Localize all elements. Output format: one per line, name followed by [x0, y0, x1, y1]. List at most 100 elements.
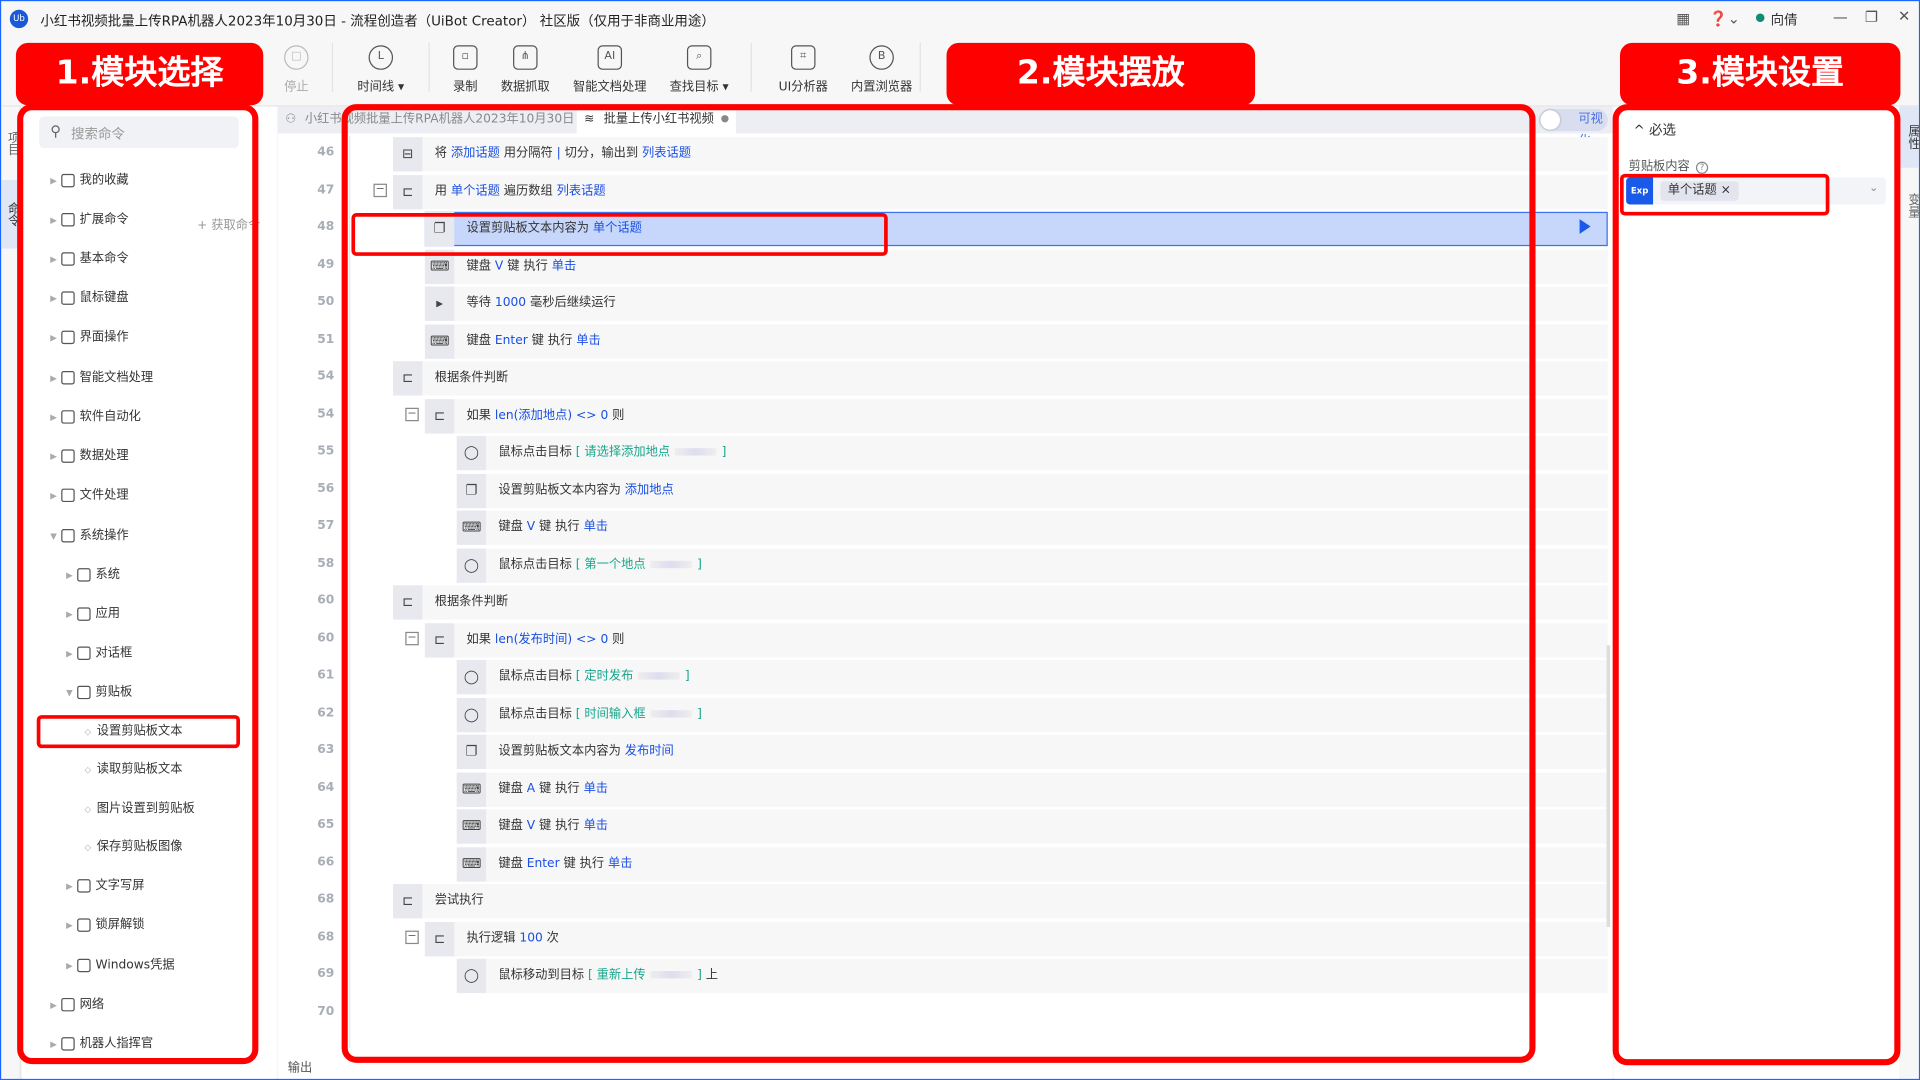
collapse-icon[interactable]: − — [405, 407, 419, 421]
tab-properties[interactable]: 属性 — [1899, 106, 1919, 168]
keyword: 单击 — [576, 333, 601, 348]
record-icon: ▫ — [453, 45, 478, 70]
sidebar-item[interactable]: ▶ 网络 — [22, 991, 277, 1020]
command-row-selected[interactable]: 48 ❐ 设置剪贴板文本内容为 单个话题 — [278, 211, 1613, 248]
sidebar-item[interactable]: ▶ 我的收藏 — [22, 167, 277, 196]
toolbar-button-4[interactable]: AI 智能文档处理 — [567, 45, 653, 94]
command-row[interactable]: 50 ▸ 等待 1000 毫秒后继续运行 — [278, 285, 1613, 322]
command-row[interactable]: 54 ⊏ − 如果 len(添加地点) <> 0 则 — [278, 397, 1613, 434]
caret-right-icon: ▶ — [66, 648, 73, 659]
line-number: 51 — [317, 332, 335, 346]
sidebar-item[interactable]: ◇ 图片设置到剪贴板 — [22, 795, 277, 824]
restore-icon[interactable]: ❐ — [1865, 9, 1878, 26]
expression-toggle-button[interactable]: Exp — [1626, 177, 1654, 205]
sidebar-item[interactable]: ▶ 基本命令 — [22, 245, 277, 274]
command-row[interactable]: 56 ❐ 设置剪贴板文本内容为 添加地点 — [278, 472, 1613, 509]
command-row[interactable]: 69 ◯ 鼠标移动到目标 [ 重新上传] 上 — [278, 958, 1613, 995]
command-row[interactable]: 62 ◯ 鼠标点击目标 [ 时间输入框] — [278, 696, 1613, 733]
sidebar-item[interactable]: ▶ 文字写屏 — [22, 872, 277, 901]
command-row[interactable]: 57 ⌨ 键盘 V 键 执行 单击 — [278, 509, 1613, 546]
chip-remove-icon[interactable]: × — [1721, 184, 1731, 197]
command-row[interactable]: 54 ⊏ 根据条件判断 — [278, 360, 1613, 397]
command-row[interactable]: 51 ⌨ 键盘 Enter 键 执行 单击 — [278, 323, 1613, 360]
command-row[interactable]: 68 ⊏ − 执行逻辑 100 次 — [278, 920, 1613, 957]
text-segment: 用 — [434, 184, 451, 198]
command-row[interactable]: 61 ◯ 鼠标点击目标 [ 定时发布] — [278, 659, 1613, 696]
title-bar: Ub 小红书视频批量上传RPA机器人2023年10月30日 - 流程创造者（Ui… — [1, 1, 1919, 38]
visual-toggle[interactable]: 可视化 — [1539, 108, 1608, 148]
output-panel-tab[interactable]: 输出 — [288, 1057, 312, 1075]
sidebar-item[interactable]: ▶ 智能文档处理 — [22, 364, 277, 393]
sidebar-item-label: 锁屏解锁 — [95, 918, 145, 932]
command-row[interactable]: 64 ⌨ 键盘 A 键 执行 单击 — [278, 771, 1613, 808]
chevron-down-icon[interactable]: ⌄ — [1869, 182, 1878, 194]
sidebar-item[interactable]: ◇ 读取剪贴板文本 — [22, 756, 277, 785]
toolbar-button-3[interactable]: ⋔ 数据抓取 — [482, 45, 568, 94]
command-row[interactable]: 65 ⌨ 键盘 V 键 执行 单击 — [278, 808, 1613, 845]
sidebar-item[interactable]: ▶ 系统 — [22, 561, 277, 590]
sidebar-item[interactable]: ▶ 对话框 — [22, 639, 277, 668]
loop-icon: ⊏ — [424, 921, 455, 956]
sidebar-item[interactable]: ▼ 系统操作 — [22, 522, 277, 551]
user-menu[interactable]: 向倩 — [1771, 10, 1798, 30]
sidebar-item[interactable]: ▶ 界面操作 — [22, 323, 277, 352]
sidebar-item[interactable]: ◇ 设置剪贴板文本 — [22, 718, 277, 747]
sidebar-item[interactable]: ▶ 软件自动化 — [22, 403, 277, 432]
toolbar-button-7[interactable]: B 内置浏览器 — [839, 45, 925, 94]
command-row[interactable]: 60 ⊏ − 如果 len(发布时间) <> 0 则 — [278, 621, 1613, 658]
sidebar-item[interactable]: ▶ 文件处理 — [22, 481, 277, 510]
target-thumbnail — [650, 971, 693, 979]
line-number: 50 — [317, 295, 335, 309]
sidebar-item[interactable]: ▶ 锁屏解锁 — [22, 911, 277, 940]
command-row[interactable]: 46 ⊟ 将 添加话题 用分隔符 | 切分，输出到 列表话题 — [278, 136, 1613, 173]
command-row[interactable]: 47 ⊏ − 用 单个话题 遍历数组 列表话题 — [278, 173, 1613, 210]
sidebar-item[interactable]: ▶ 数据处理 — [22, 442, 277, 471]
command-row[interactable]: 58 ◯ 鼠标点击目标 [ 第一个地点] — [278, 547, 1613, 584]
tab-project[interactable]: 项目 — [1, 107, 21, 180]
toolbar-button-5[interactable]: ⌕ 查找目标 ▾ — [656, 45, 742, 94]
command-row[interactable]: 68 ⊏ 尝试执行 — [278, 883, 1613, 920]
help-icon[interactable]: ❓⌄ — [1709, 10, 1740, 27]
minimize-icon[interactable]: — — [1833, 9, 1848, 26]
sidebar-item-label: 读取剪贴板文本 — [96, 762, 183, 777]
collapse-icon[interactable]: − — [373, 183, 387, 197]
sidebar-item[interactable]: ◇ 保存剪贴板图像 — [22, 833, 277, 862]
caret-right-icon: ▶ — [50, 254, 57, 265]
toolbar-button-1[interactable]: L 时间线 ▾ — [338, 45, 424, 94]
close-icon[interactable]: ✕ — [1898, 7, 1910, 24]
command-row[interactable]: 66 ⌨ 键盘 Enter 键 执行 单击 — [278, 846, 1613, 883]
toolbar-button-0[interactable]: □ 停止 — [253, 45, 339, 94]
command-row[interactable]: 60 ⊏ 根据条件判断 — [278, 584, 1613, 621]
sidebar-item[interactable]: ▶ 应用 — [22, 600, 277, 629]
mouse-icon: ◯ — [456, 435, 487, 471]
sidebar-item[interactable]: ▶ Windows凭据 — [22, 951, 277, 980]
command-row[interactable]: 49 ⌨ 键盘 V 键 执行 单击 — [278, 248, 1613, 285]
get-command-button[interactable]: + 获取命令 — [197, 212, 260, 241]
line-number: 70 — [317, 1004, 335, 1019]
command-text: 用 单个话题 遍历数组 列表话题 — [435, 174, 606, 208]
search-input[interactable]: ⚲ 搜索命令 — [39, 116, 239, 149]
tab-main-flow[interactable]: ⚇ 小红书视频批量上传RPA机器人2023年10月30日 — [278, 107, 577, 134]
help-icon[interactable]: ? — [1695, 161, 1709, 174]
apps-grid-icon[interactable]: ▦ — [1676, 10, 1690, 27]
tab-variables[interactable]: 变量 — [1899, 175, 1918, 236]
target-thumbnail — [650, 560, 693, 568]
scrollbar[interactable] — [1606, 645, 1611, 927]
collapse-icon[interactable]: − — [405, 930, 419, 944]
tab-commands[interactable]: 命令 — [1, 180, 21, 249]
clipboard-content-field[interactable]: Exp 单个话题 × ⌄ — [1626, 177, 1886, 205]
sidebar-item[interactable]: ▶ 鼠标键盘 — [22, 284, 277, 313]
condition-icon: ⊏ — [393, 361, 423, 396]
sidebar-item[interactable]: ▼ 剪贴板 — [22, 678, 277, 707]
category-icon — [61, 252, 75, 266]
run-line-icon[interactable] — [1579, 219, 1591, 234]
line-number: 65 — [317, 817, 335, 832]
collapse-icon[interactable]: − — [405, 631, 419, 645]
tab-batch-upload[interactable]: ≋ 批量上传小红书视频 — [576, 106, 736, 134]
required-section-header[interactable]: ^ 必选 — [1633, 120, 1676, 140]
command-row[interactable]: 55 ◯ 鼠标点击目标 [ 请选择添加地点] — [278, 435, 1613, 472]
sidebar-item[interactable]: ▶ 机器人指挥官 — [22, 1030, 277, 1059]
command-row[interactable]: 70 — [278, 995, 1613, 1032]
command-row[interactable]: 63 ❐ 设置剪贴板文本内容为 发布时间 — [278, 733, 1613, 770]
toolbar-button-6[interactable]: ⌗ UI分析器 — [760, 45, 846, 94]
